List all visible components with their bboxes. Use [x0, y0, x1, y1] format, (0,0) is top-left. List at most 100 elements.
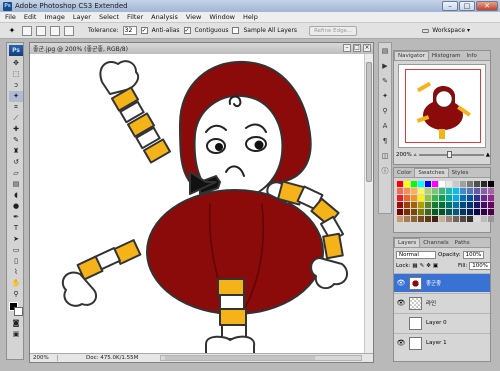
tab-styles[interactable]: Styles — [449, 169, 472, 177]
swatch[interactable] — [453, 181, 459, 187]
swatch[interactable] — [467, 188, 473, 194]
swatch[interactable] — [411, 188, 417, 194]
swatch[interactable] — [446, 181, 452, 187]
magic-wand-icon[interactable]: ✦ — [6, 25, 18, 37]
swatch[interactable] — [460, 202, 466, 208]
pen-tool-icon[interactable]: ✒ — [9, 212, 23, 223]
swatch[interactable] — [446, 195, 452, 201]
swatch[interactable] — [425, 195, 431, 201]
tab-channels[interactable]: Channels — [420, 239, 451, 247]
swatch[interactable] — [411, 195, 417, 201]
navigator-zoom-value[interactable]: 200% — [396, 152, 412, 158]
swatch[interactable] — [460, 188, 466, 194]
swatch[interactable] — [439, 216, 445, 222]
swatch[interactable] — [453, 202, 459, 208]
tab-histogram[interactable]: Histogram — [429, 52, 464, 60]
swatch[interactable] — [404, 209, 410, 215]
swatch[interactable] — [453, 216, 459, 222]
swatch[interactable] — [481, 195, 487, 201]
swatch[interactable] — [439, 202, 445, 208]
character-icon[interactable]: A — [380, 121, 390, 131]
swatch[interactable] — [411, 216, 417, 222]
swatch[interactable] — [453, 188, 459, 194]
swatch[interactable] — [404, 195, 410, 201]
opacity-input[interactable]: 100% — [462, 251, 485, 259]
menu-edit[interactable]: Edit — [24, 13, 37, 21]
swatch[interactable] — [453, 195, 459, 201]
swatch[interactable] — [418, 202, 424, 208]
brushes-icon[interactable]: ✦ — [380, 91, 390, 101]
swatch[interactable] — [397, 202, 403, 208]
swatch[interactable] — [439, 195, 445, 201]
swatch[interactable] — [453, 209, 459, 215]
horizontal-scrollbar[interactable] — [160, 355, 362, 361]
color-swatches[interactable] — [9, 302, 23, 316]
swatch[interactable] — [404, 188, 410, 194]
swatch[interactable] — [488, 181, 494, 187]
menu-help[interactable]: Help — [243, 13, 258, 21]
swatch[interactable] — [432, 181, 438, 187]
swatch[interactable] — [467, 181, 473, 187]
lock-image-icon[interactable]: ✎ — [420, 263, 425, 269]
layer-row[interactable]: Layer 0 — [394, 313, 490, 332]
gradient-tool-icon[interactable]: ▤ — [9, 179, 23, 190]
zoom-slider-knob[interactable] — [446, 151, 452, 158]
swatch[interactable] — [460, 195, 466, 201]
swatch[interactable] — [404, 216, 410, 222]
info-icon[interactable]: ⓘ — [380, 166, 390, 176]
swatch[interactable] — [446, 209, 452, 215]
anti-alias-checkbox[interactable]: ✓ — [140, 27, 148, 34]
tab-info[interactable]: Info — [463, 52, 479, 60]
navigator-zoom-slider[interactable] — [418, 151, 484, 158]
swatch[interactable] — [397, 195, 403, 201]
eyedropper-icon[interactable]: ⌇ — [9, 267, 23, 278]
swatch[interactable] — [425, 188, 431, 194]
blend-mode-select[interactable]: Normal — [396, 251, 436, 259]
layer-row[interactable]: 👁 라인 — [394, 293, 490, 312]
subtract-selection-button[interactable] — [50, 25, 60, 36]
maximize-button[interactable]: □ — [459, 1, 475, 11]
layer-comps-icon[interactable]: ◫ — [380, 151, 390, 161]
swatch[interactable] — [439, 188, 445, 194]
lock-transparent-icon[interactable]: ▦ — [412, 263, 417, 269]
tab-swatches[interactable]: Swatches — [414, 168, 449, 177]
swatch[interactable] — [432, 202, 438, 208]
quick-mask-icon[interactable]: ◙ — [9, 318, 23, 329]
eye-icon[interactable]: 👁 — [396, 278, 406, 288]
slice-tool-icon[interactable]: ⟋ — [9, 113, 23, 124]
swatch[interactable] — [474, 195, 480, 201]
tool-presets-icon[interactable]: ✎ — [380, 76, 390, 86]
lock-position-icon[interactable]: ✥ — [426, 263, 431, 269]
layer-row[interactable]: 👁 좋군좋 — [394, 273, 490, 292]
healing-brush-icon[interactable]: ✚ — [9, 124, 23, 135]
swatch[interactable] — [411, 209, 417, 215]
zoom-in-icon[interactable]: ▲ — [486, 152, 490, 158]
swatch[interactable] — [418, 181, 424, 187]
brush-tool-icon[interactable]: ✎ — [9, 135, 23, 146]
swatch[interactable] — [418, 209, 424, 215]
swatch[interactable] — [411, 202, 417, 208]
type-tool-icon[interactable]: T — [9, 223, 23, 234]
swatch[interactable] — [474, 181, 480, 187]
menu-layer[interactable]: Layer — [73, 13, 91, 21]
dodge-tool-icon[interactable]: ● — [9, 201, 23, 212]
swatch[interactable] — [404, 181, 410, 187]
swatch[interactable] — [446, 216, 452, 222]
history-icon[interactable]: ▤ — [380, 46, 390, 56]
swatch[interactable] — [439, 209, 445, 215]
contiguous-checkbox[interactable]: ✓ — [183, 27, 191, 34]
swatch[interactable] — [404, 202, 410, 208]
doc-close-button[interactable]: × — [363, 44, 371, 52]
blur-tool-icon[interactable]: ◖ — [9, 190, 23, 201]
menu-image[interactable]: Image — [44, 13, 64, 21]
notes-tool-icon[interactable]: ▯ — [9, 256, 23, 267]
magic-wand-tool-icon[interactable]: ✦ — [9, 91, 23, 102]
zoom-out-icon[interactable]: ▵ — [414, 152, 417, 158]
swatch[interactable] — [460, 181, 466, 187]
swatch[interactable] — [425, 181, 431, 187]
eraser-tool-icon[interactable]: ▱ — [9, 168, 23, 179]
menu-select[interactable]: Select — [99, 13, 119, 21]
swatch[interactable] — [481, 188, 487, 194]
canvas[interactable] — [30, 54, 365, 354]
swatch[interactable] — [397, 181, 403, 187]
